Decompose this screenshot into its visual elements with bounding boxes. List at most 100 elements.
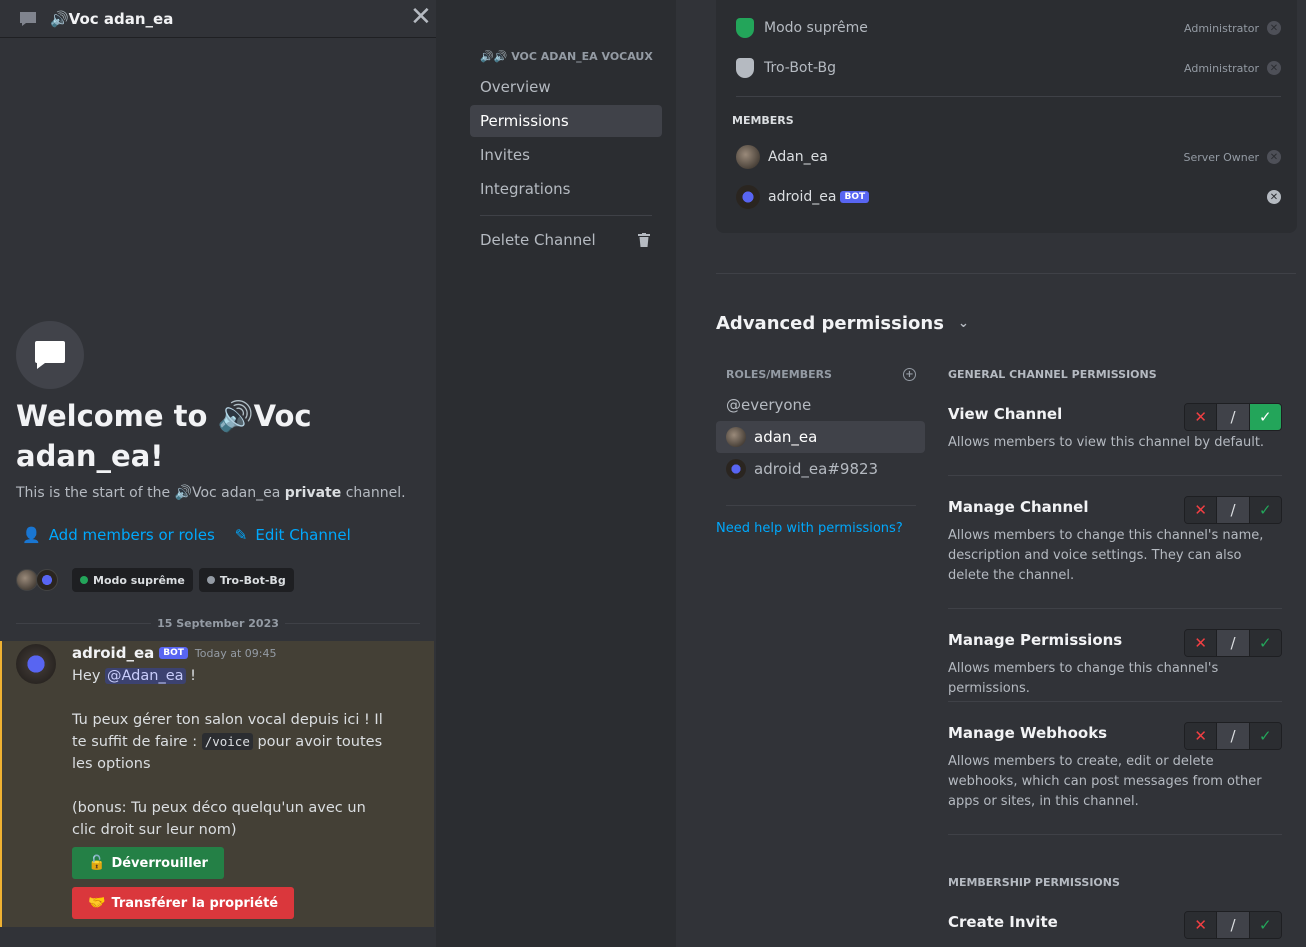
unlock-button[interactable]: 🔓 Déverrouiller [72,847,224,879]
delete-channel-button[interactable]: Delete Channel [470,224,662,256]
date-divider: 15 September 2023 [16,615,420,631]
sidebar-item-integrations[interactable]: Integrations [470,173,662,205]
deny-button[interactable]: ✕ [1185,630,1217,656]
divider [726,505,916,506]
deny-button[interactable]: ✕ [1185,912,1217,938]
remove-icon[interactable]: ✕ [1267,61,1281,75]
member-row: Adan_ea Server Owner ✕ [736,137,1281,177]
add-person-icon: 👤 [22,526,41,544]
permission-manage-permissions: Manage Permissions Allows members to cha… [948,629,1282,702]
message-author: adroid_ea BOT Today at 09:45 [72,644,276,662]
permission-toggle: ✕ / ✓ [1184,722,1282,750]
member-row: adroid_ea BOT ✕ [736,177,1281,217]
avatar[interactable] [16,569,38,591]
role-chip-trobot[interactable]: Tro-Bot-Bg [198,568,294,592]
permission-toggle: ✕ / ✓ [1184,403,1282,431]
remove-icon[interactable]: ✕ [1267,150,1281,164]
roles-members-heading: ROLES/MEMBERS + [726,368,916,381]
sidebar-item-invites[interactable]: Invites [470,139,662,171]
add-members-button[interactable]: 👤 Add members or roles [22,526,215,544]
chat-pane: 🔊Voc adan_ea ✕ Welcome to 🔊Voc adan_ea! … [0,0,436,947]
chevron-down-icon: ⌄ [957,316,969,331]
settings-sidebar: 🔊🔊 VOC ADAN_EA VOCAUX Overview Permissio… [450,0,676,947]
add-circle-icon[interactable]: + [903,368,916,381]
allow-button[interactable]: ✓ [1249,912,1281,938]
divider [716,273,1296,274]
inline-code: /voice [201,733,253,750]
role-tag: Administrator [1184,61,1259,75]
avatar[interactable] [16,644,56,684]
sidebar-divider [480,215,652,216]
role-tag: Administrator [1184,21,1259,35]
role-chip-modo[interactable]: Modo suprême [72,568,193,592]
bot-badge: BOT [840,191,870,203]
divider [736,96,1281,97]
avatar [736,145,760,169]
mention[interactable]: @Adan_ea [105,668,186,684]
message-body: Hey @Adan_ea ! Tu peux gérer ton salon v… [72,668,383,838]
allow-button[interactable]: ✓ [1249,723,1281,749]
close-icon[interactable]: ✕ [410,2,432,32]
channel-title: 🔊Voc adan_ea [50,9,174,28]
shield-icon [736,18,754,38]
transfer-ownership-button[interactable]: 🤝 Transférer la propriété [72,887,295,919]
deny-button[interactable]: ✕ [1185,723,1217,749]
sidebar-item-overview[interactable]: Overview [470,71,662,103]
member-name: adroid_ea [768,189,837,205]
status-dot [80,576,88,584]
sidebar-item-permissions[interactable]: Permissions [470,105,662,137]
status-dot [206,576,215,584]
permission-toggle: ✕ / ✓ [1184,496,1282,524]
role-name: Modo suprême [764,20,868,36]
welcome-subtitle: This is the start of the 🔊Voc adan_ea pr… [16,485,406,501]
neutral-button[interactable]: / [1216,912,1250,938]
help-link[interactable]: Need help with permissions? [716,521,903,536]
allow-button[interactable]: ✓ [1249,630,1281,656]
remove-icon[interactable]: ✕ [1267,190,1281,204]
avatar [726,459,746,479]
divider [948,834,1282,835]
neutral-button[interactable]: / [1216,723,1250,749]
allow-button[interactable]: ✓ [1249,497,1281,523]
pencil-icon: ✎ [234,526,248,544]
perm-target-adroid[interactable]: adroid_ea#9823 [716,453,925,485]
permission-view-channel: View Channel Allows members to view this… [948,403,1282,476]
bot-badge: BOT [159,647,188,659]
permission-toggle: ✕ / ✓ [1184,911,1282,939]
members-heading: MEMBERS [732,114,794,127]
avatar [726,427,746,447]
neutral-button[interactable]: / [1216,404,1250,430]
divider [948,701,1282,702]
author-name[interactable]: adroid_ea [72,644,154,662]
welcome-title: Welcome to 🔊Voc adan_ea! [16,399,312,473]
shield-icon [736,58,754,78]
trash-icon [638,233,650,251]
permission-create-invite: Create Invite ✕ / ✓ [948,911,1282,939]
unlock-icon: 🔓 [88,855,106,871]
perm-target-adan[interactable]: adan_ea [716,421,925,453]
permission-manage-channel: Manage Channel Allows members to change … [948,496,1282,609]
deny-button[interactable]: ✕ [1185,404,1217,430]
remove-icon[interactable]: ✕ [1267,21,1281,35]
thread-icon [18,9,38,29]
member-tag: Server Owner [1183,150,1260,164]
deny-button[interactable]: ✕ [1185,497,1217,523]
advanced-permissions-toggle[interactable]: Advanced permissions ⌄ [716,313,969,334]
avatar[interactable] [36,569,58,591]
message: adroid_ea BOT Today at 09:45 Hey @Adan_e… [0,641,434,927]
section-heading: MEMBERSHIP PERMISSIONS [948,876,1120,889]
roles-members-card: Modo suprême Administrator ✕ Tro-Bot-Bg … [716,0,1297,233]
neutral-button[interactable]: / [1216,630,1250,656]
sidebar-heading: 🔊🔊 VOC ADAN_EA VOCAUX [480,50,653,63]
edit-channel-button[interactable]: ✎ Edit Channel [235,526,351,544]
chat-bubble-icon [16,321,84,389]
pane-separator [436,38,450,947]
permission-manage-webhooks: Manage Webhooks Allows members to create… [948,722,1282,835]
divider [948,608,1282,609]
neutral-button[interactable]: / [1216,497,1250,523]
divider [948,475,1282,476]
allow-button[interactable]: ✓ [1249,404,1281,430]
role-row: Tro-Bot-Bg Administrator ✕ [736,48,1281,88]
perm-target-everyone[interactable]: @everyone [716,389,925,421]
role-name: Tro-Bot-Bg [764,60,837,76]
